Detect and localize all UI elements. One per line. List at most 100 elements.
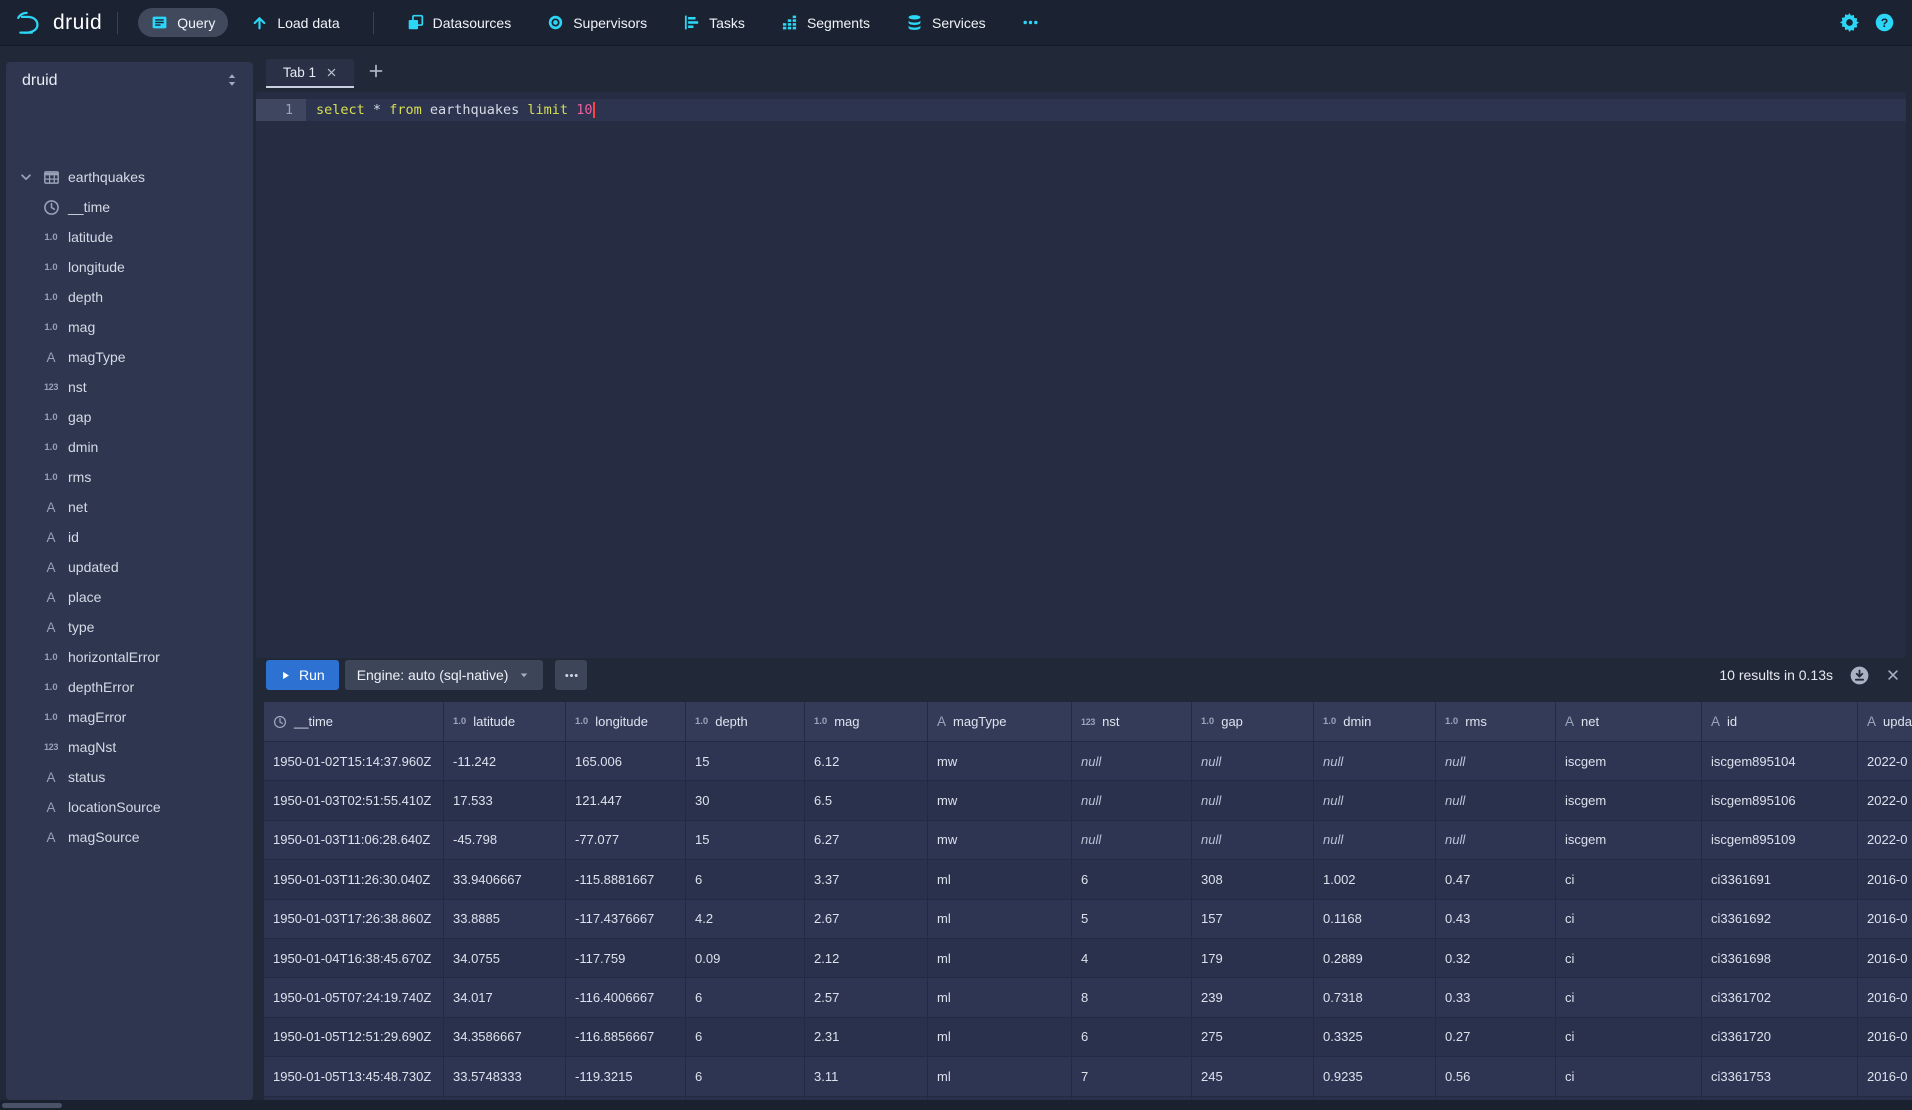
tree-item-gap[interactable]: 1.0gap <box>6 402 253 432</box>
cell[interactable]: ml <box>928 978 1072 1017</box>
column-header-dmin[interactable]: 1.0dmin <box>1314 702 1436 742</box>
navbar-item-tasks[interactable]: Tasks <box>670 8 758 37</box>
cell[interactable]: 308 <box>1192 860 1314 899</box>
add-tab-icon[interactable] <box>368 63 384 79</box>
cell[interactable]: iscgem <box>1556 821 1702 860</box>
cell[interactable]: ml <box>928 860 1072 899</box>
cell[interactable]: 6.5 <box>805 781 928 820</box>
navbar-item-datasources[interactable]: Datasources <box>394 8 525 37</box>
cell[interactable]: ci <box>1556 860 1702 899</box>
tree-item-depth[interactable]: 1.0depth <box>6 282 253 312</box>
tree-item-type[interactable]: Atype <box>6 612 253 642</box>
cell[interactable]: 1950-01-05T07:24:19.740Z <box>264 978 444 1017</box>
tree-item-place[interactable]: Aplace <box>6 582 253 612</box>
cell[interactable]: iscgem <box>1556 742 1702 781</box>
navbar-item-supervisors[interactable]: Supervisors <box>534 8 660 37</box>
cell[interactable]: null <box>1072 821 1192 860</box>
tree-item-rms[interactable]: 1.0rms <box>6 462 253 492</box>
cell[interactable]: 1950-01-05T12:51:29.690Z <box>264 1018 444 1057</box>
cell[interactable]: ci3361692 <box>1702 900 1858 939</box>
cell[interactable]: 5 <box>1072 900 1192 939</box>
cell[interactable]: -117.759 <box>566 939 686 978</box>
column-header-id[interactable]: Aid <box>1702 702 1858 742</box>
cell[interactable]: 275 <box>1192 1018 1314 1057</box>
cell[interactable]: -117.4376667 <box>566 900 686 939</box>
cell[interactable]: null <box>1192 821 1314 860</box>
cell[interactable]: ci3361691 <box>1702 860 1858 899</box>
double-caret-icon[interactable] <box>224 72 240 88</box>
cell[interactable]: -116.4006667 <box>566 978 686 1017</box>
cell[interactable]: ci <box>1556 1057 1702 1096</box>
cell[interactable]: 0.09 <box>686 939 805 978</box>
cell[interactable]: ci <box>1556 900 1702 939</box>
close-results-icon[interactable] <box>1886 668 1900 682</box>
cell[interactable]: null <box>1192 781 1314 820</box>
column-header-rms[interactable]: 1.0rms <box>1436 702 1556 742</box>
cell[interactable]: ci3361702 <box>1702 978 1858 1017</box>
cell[interactable]: 33.5748333 <box>444 1057 566 1096</box>
cell[interactable]: 239 <box>1192 978 1314 1017</box>
tree-item-latitude[interactable]: 1.0latitude <box>6 222 253 252</box>
tree-item-dmin[interactable]: 1.0dmin <box>6 432 253 462</box>
cell[interactable]: 17.533 <box>444 781 566 820</box>
cell[interactable]: iscgem895109 <box>1702 821 1858 860</box>
cell[interactable]: null <box>1436 781 1556 820</box>
column-header-magType[interactable]: AmagType <box>928 702 1072 742</box>
cell[interactable]: 245 <box>1192 1057 1314 1096</box>
cell[interactable]: 0.33 <box>1436 978 1556 1017</box>
cell[interactable]: 34.017 <box>444 978 566 1017</box>
cell[interactable]: 2016-0 <box>1858 939 1912 978</box>
cell[interactable]: 2.67 <box>805 900 928 939</box>
cell[interactable]: 3.11 <box>805 1057 928 1096</box>
cell[interactable]: -77.077 <box>566 821 686 860</box>
download-icon[interactable] <box>1849 665 1870 686</box>
cell[interactable]: iscgem895104 <box>1702 742 1858 781</box>
cell[interactable]: ml <box>928 900 1072 939</box>
cell[interactable]: 4.2 <box>686 900 805 939</box>
cell[interactable]: ml <box>928 1057 1072 1096</box>
cell[interactable]: 7 <box>1072 1057 1192 1096</box>
cell[interactable]: null <box>1314 742 1436 781</box>
cell[interactable]: 8 <box>1072 978 1192 1017</box>
cell[interactable]: 0.27 <box>1436 1018 1556 1057</box>
help-icon[interactable]: ? <box>1875 13 1894 32</box>
tree-item-longitude[interactable]: 1.0longitude <box>6 252 253 282</box>
tree-item-magType[interactable]: AmagType <box>6 342 253 372</box>
column-header-nst[interactable]: 123nst <box>1072 702 1192 742</box>
column-header-latitude[interactable]: 1.0latitude <box>444 702 566 742</box>
cell[interactable]: 0.32 <box>1436 939 1556 978</box>
horizontal-scrollbar-track[interactable] <box>0 1100 1912 1110</box>
cell[interactable]: 30 <box>686 781 805 820</box>
cell[interactable]: null <box>1072 742 1192 781</box>
cell[interactable]: 6 <box>686 978 805 1017</box>
tree-item-nst[interactable]: 123nst <box>6 372 253 402</box>
column-header-gap[interactable]: 1.0gap <box>1192 702 1314 742</box>
cell[interactable]: 1950-01-03T11:06:28.640Z <box>264 821 444 860</box>
cell[interactable]: 179 <box>1192 939 1314 978</box>
cell[interactable]: 0.2889 <box>1314 939 1436 978</box>
cell[interactable]: null <box>1314 781 1436 820</box>
tree-item-earthquakes[interactable]: earthquakes <box>6 162 253 192</box>
navbar-item-query[interactable]: Query <box>138 8 228 37</box>
cell[interactable]: 2016-0 <box>1858 900 1912 939</box>
column-header-longitude[interactable]: 1.0longitude <box>566 702 686 742</box>
cell[interactable]: 0.1168 <box>1314 900 1436 939</box>
tree-item-id[interactable]: Aid <box>6 522 253 552</box>
cell[interactable]: 1950-01-02T15:14:37.960Z <box>264 742 444 781</box>
cell[interactable]: 0.47 <box>1436 860 1556 899</box>
cell[interactable]: 2016-0 <box>1858 978 1912 1017</box>
horizontal-scrollbar-thumb[interactable] <box>2 1103 62 1108</box>
cell[interactable]: 6 <box>1072 1018 1192 1057</box>
cell[interactable]: iscgem <box>1556 781 1702 820</box>
cell[interactable]: 6 <box>686 1057 805 1096</box>
cell[interactable]: -119.3215 <box>566 1057 686 1096</box>
cell[interactable]: null <box>1436 821 1556 860</box>
tree-item-updated[interactable]: Aupdated <box>6 552 253 582</box>
column-header-updated[interactable]: Aupdated <box>1858 702 1912 742</box>
cell[interactable]: 2016-0 <box>1858 1018 1912 1057</box>
cell[interactable]: ci3361720 <box>1702 1018 1858 1057</box>
cell[interactable]: 1950-01-03T17:26:38.860Z <box>264 900 444 939</box>
cell[interactable]: -45.798 <box>444 821 566 860</box>
cell[interactable]: 0.3325 <box>1314 1018 1436 1057</box>
tree-item-locationSource[interactable]: AlocationSource <box>6 792 253 822</box>
